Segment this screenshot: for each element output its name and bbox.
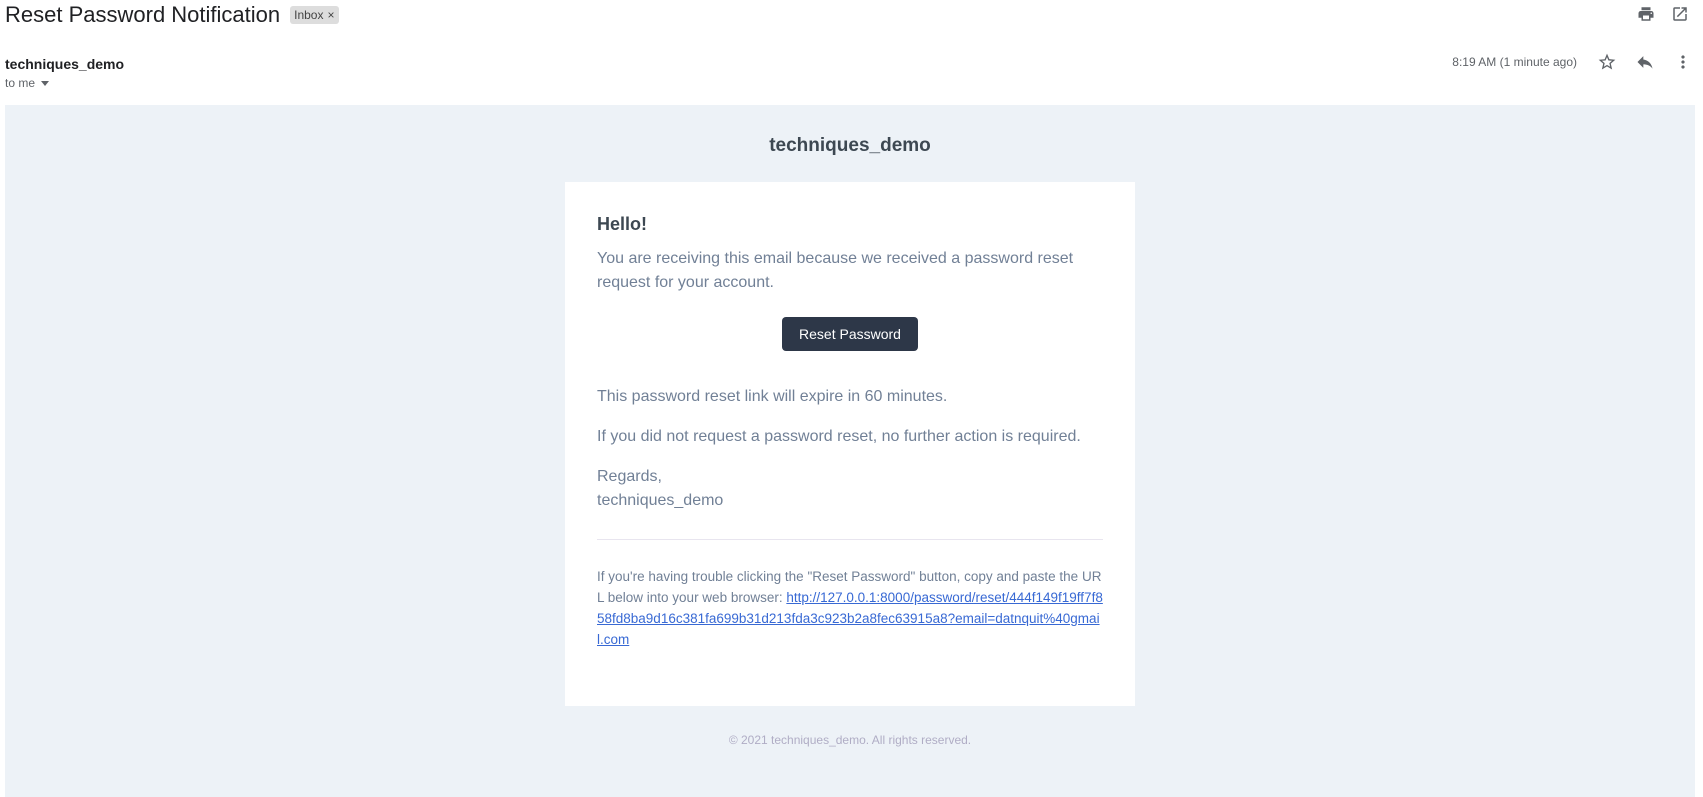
recipient-text: to me (5, 76, 36, 90)
email-subject: Reset Password Notification (5, 2, 281, 27)
email-card: Hello! You are receiving this email beca… (565, 182, 1135, 706)
message-meta: 8:19 AM (1 minute ago) (1452, 52, 1693, 72)
print-icon[interactable] (1636, 4, 1656, 24)
open-in-new-window-icon[interactable] (1670, 4, 1690, 24)
label-text: Inbox (294, 8, 324, 22)
sender-name[interactable]: techniques_demo (5, 56, 124, 72)
greeting: Hello! (597, 214, 648, 234)
divider (597, 539, 1103, 540)
intro-text: You are receiving this email because we … (597, 250, 1074, 291)
subject-bar: Reset Password Notification Inbox × (5, 0, 339, 30)
footer-copyright: © 2021 techniques_demo. All rights reser… (728, 733, 972, 747)
subcopy: If you're having trouble clicking the "R… (597, 566, 1103, 650)
no-action-text: If you did not request a password reset,… (597, 428, 1081, 445)
regards-block: Regards, techniques_demo (597, 465, 1103, 513)
expiry-text: This password reset link will expire in … (597, 388, 948, 405)
reply-icon[interactable] (1635, 52, 1655, 72)
chevron-down-icon[interactable] (41, 80, 50, 86)
email-body: techniques_demo Hello! You are receiving… (5, 105, 1695, 797)
star-icon[interactable] (1597, 52, 1617, 72)
remove-label-icon[interactable]: × (327, 8, 334, 22)
brand-header[interactable]: techniques_demo (5, 135, 1695, 157)
inbox-label-chip[interactable]: Inbox × (290, 6, 339, 24)
timestamp: 8:19 AM (1 minute ago) (1452, 55, 1577, 69)
more-vert-icon[interactable] (1673, 52, 1693, 72)
sender-block: techniques_demo to me (5, 56, 124, 90)
reset-password-button[interactable]: Reset Password (782, 317, 918, 351)
button-wrapper: Reset Password (597, 317, 1103, 351)
top-actions (1636, 4, 1690, 24)
signature-text: techniques_demo (597, 492, 724, 509)
recipient-details[interactable]: to me (5, 76, 124, 90)
regards-text: Regards, (597, 468, 662, 485)
